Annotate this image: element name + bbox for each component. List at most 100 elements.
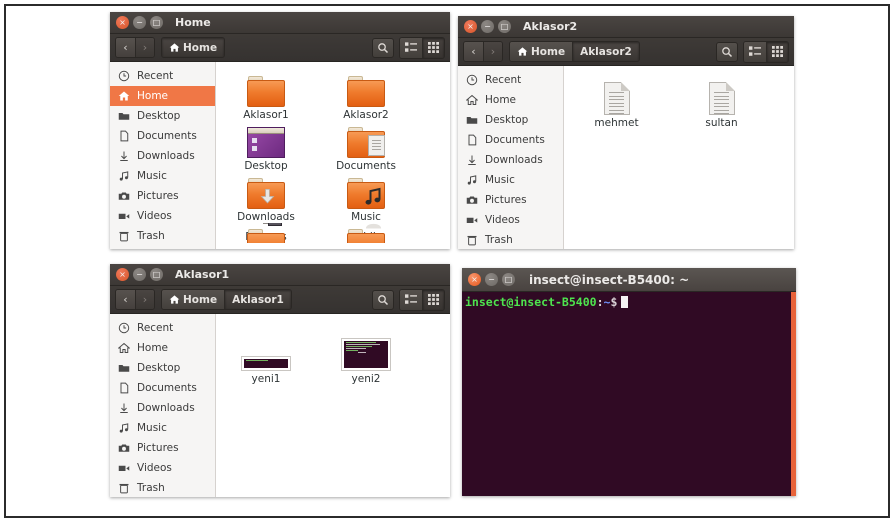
- titlebar-aklasor2[interactable]: × − □ Aklasor2: [458, 16, 794, 38]
- sidebar-item-label: Videos: [137, 210, 172, 222]
- breadcrumb-label: Aklasor1: [232, 293, 284, 306]
- file-item[interactable]: Aklasor1: [216, 70, 316, 121]
- sidebar-item-documents[interactable]: Documents: [110, 126, 215, 146]
- sidebar-item-pictures[interactable]: Pictures: [458, 190, 563, 210]
- sidebar-item-music[interactable]: Music: [110, 418, 215, 438]
- sidebar-item-videos[interactable]: Videos: [110, 458, 215, 478]
- sidebar-item-desktop[interactable]: Desktop: [458, 110, 563, 130]
- sidebar-item-downloads[interactable]: Downloads: [458, 150, 563, 170]
- maximize-button[interactable]: □: [150, 16, 163, 29]
- file-area-aklasor2[interactable]: mehmet sultan: [564, 66, 794, 249]
- file-item[interactable]: mehmet: [564, 76, 669, 129]
- sidebar-item-trash[interactable]: Trash: [110, 478, 215, 497]
- minimize-button[interactable]: −: [133, 16, 146, 29]
- sidebar-item-videos[interactable]: Videos: [458, 210, 563, 230]
- forward-button[interactable]: ›: [135, 38, 154, 57]
- maximize-button[interactable]: □: [498, 20, 511, 33]
- sidebar-item-trash[interactable]: Trash: [458, 230, 563, 249]
- sidebar-item-music[interactable]: Music: [110, 166, 215, 186]
- forward-button[interactable]: ›: [483, 42, 502, 61]
- home-icon: [118, 90, 130, 102]
- file-item[interactable]: Public: [316, 223, 416, 243]
- video-icon: [466, 214, 478, 226]
- grid-view-button[interactable]: [422, 37, 444, 58]
- sidebar-item-recent[interactable]: Recent: [458, 70, 563, 90]
- search-button[interactable]: [372, 37, 394, 58]
- sidebar-item-home[interactable]: Home: [110, 338, 215, 358]
- sidebar-item-pictures[interactable]: Pictures: [110, 438, 215, 458]
- file-item[interactable]: sultan: [669, 76, 774, 129]
- search-button[interactable]: [372, 289, 394, 310]
- breadcrumb-home[interactable]: Home: [510, 42, 573, 61]
- terminal-scrollbar[interactable]: [791, 292, 796, 496]
- maximize-button[interactable]: □: [150, 268, 163, 281]
- close-button[interactable]: ×: [468, 273, 481, 286]
- file-area-home[interactable]: Aklasor1 Aklasor2 Desktop Documents Down…: [216, 62, 450, 249]
- sidebar-item-trash[interactable]: Trash: [110, 226, 215, 246]
- file-item[interactable]: yeni1: [216, 332, 316, 385]
- back-button[interactable]: ‹: [116, 290, 135, 309]
- forward-button[interactable]: ›: [135, 290, 154, 309]
- file-manager-window-aklasor2[interactable]: × − □ Aklasor2 ‹ › Home Aklasor2 Recent …: [458, 16, 794, 249]
- sidebar-item-videos[interactable]: Videos: [110, 206, 215, 226]
- list-view-icon: [405, 294, 417, 304]
- file-area-aklasor1[interactable]: yeni1 yeni2: [216, 314, 450, 497]
- grid-view-button[interactable]: [766, 41, 788, 62]
- file-item[interactable]: yeni2: [316, 332, 416, 385]
- sidebar-item-pictures[interactable]: Pictures: [110, 186, 215, 206]
- sidebar-item-downloads[interactable]: Downloads: [110, 398, 215, 418]
- list-view-button[interactable]: [400, 37, 422, 58]
- breadcrumb: Home: [161, 37, 226, 58]
- sidebar-item-home[interactable]: Home: [110, 86, 215, 106]
- minimize-button[interactable]: −: [481, 20, 494, 33]
- file-item[interactable]: Downloads: [216, 172, 316, 223]
- places-sidebar[interactable]: Recent Home Desktop Documents Downloads: [458, 66, 564, 249]
- grid-view-button[interactable]: [422, 289, 444, 310]
- list-view-button[interactable]: [744, 41, 766, 62]
- window-title: Home: [175, 16, 211, 29]
- close-button[interactable]: ×: [116, 268, 129, 281]
- sidebar-item-recent[interactable]: Recent: [110, 66, 215, 86]
- file-item[interactable]: Desktop: [216, 121, 316, 172]
- titlebar-home[interactable]: × − □ Home: [110, 12, 450, 34]
- maximize-button[interactable]: □: [502, 273, 515, 286]
- list-view-button[interactable]: [400, 289, 422, 310]
- sidebar-item-label: Trash: [485, 234, 513, 246]
- close-button[interactable]: ×: [116, 16, 129, 29]
- back-button[interactable]: ‹: [116, 38, 135, 57]
- file-item[interactable]: Documents: [316, 121, 416, 172]
- file-manager-window-home[interactable]: × − □ Home ‹ › Home Recent Home Desktop …: [110, 12, 450, 249]
- breadcrumb-label: Aklasor2: [580, 45, 632, 58]
- sidebar-item-desktop[interactable]: Desktop: [110, 358, 215, 378]
- camera-icon: [118, 442, 130, 454]
- file-item[interactable]: Pictures: [216, 223, 316, 243]
- search-button[interactable]: [716, 41, 738, 62]
- places-sidebar[interactable]: Recent Home Desktop Documents Downloads …: [110, 62, 216, 249]
- folder-icon: [247, 76, 285, 107]
- file-item[interactable]: Aklasor2: [316, 70, 416, 121]
- sidebar-item-downloads[interactable]: Downloads: [110, 146, 215, 166]
- file-item[interactable]: Music: [316, 172, 416, 223]
- close-button[interactable]: ×: [464, 20, 477, 33]
- sidebar-item-label: Home: [485, 94, 517, 106]
- breadcrumb-home[interactable]: Home: [162, 38, 225, 57]
- sidebar-item-documents[interactable]: Documents: [110, 378, 215, 398]
- titlebar-terminal[interactable]: × − □ insect@insect-B5400: ~: [462, 268, 796, 292]
- terminal-output-area[interactable]: insect@insect-B5400:~$: [462, 292, 796, 496]
- minimize-button[interactable]: −: [133, 268, 146, 281]
- titlebar-aklasor1[interactable]: × − □ Aklasor1: [110, 264, 450, 286]
- terminal-window[interactable]: × − □ insect@insect-B5400: ~ insect@inse…: [462, 268, 796, 496]
- sidebar-item-desktop[interactable]: Desktop: [110, 106, 215, 126]
- sidebar-item-recent[interactable]: Recent: [110, 318, 215, 338]
- back-button[interactable]: ‹: [464, 42, 483, 61]
- breadcrumb-current[interactable]: Aklasor1: [224, 290, 291, 309]
- sidebar-item-music[interactable]: Music: [458, 170, 563, 190]
- home-icon: [517, 47, 528, 56]
- file-manager-window-aklasor1[interactable]: × − □ Aklasor1 ‹ › Home Aklasor1 Recent …: [110, 264, 450, 497]
- breadcrumb-home[interactable]: Home: [162, 290, 225, 309]
- sidebar-item-home[interactable]: Home: [458, 90, 563, 110]
- sidebar-item-documents[interactable]: Documents: [458, 130, 563, 150]
- breadcrumb-current[interactable]: Aklasor2: [572, 42, 639, 61]
- minimize-button[interactable]: −: [485, 273, 498, 286]
- places-sidebar[interactable]: Recent Home Desktop Documents Downloads: [110, 314, 216, 497]
